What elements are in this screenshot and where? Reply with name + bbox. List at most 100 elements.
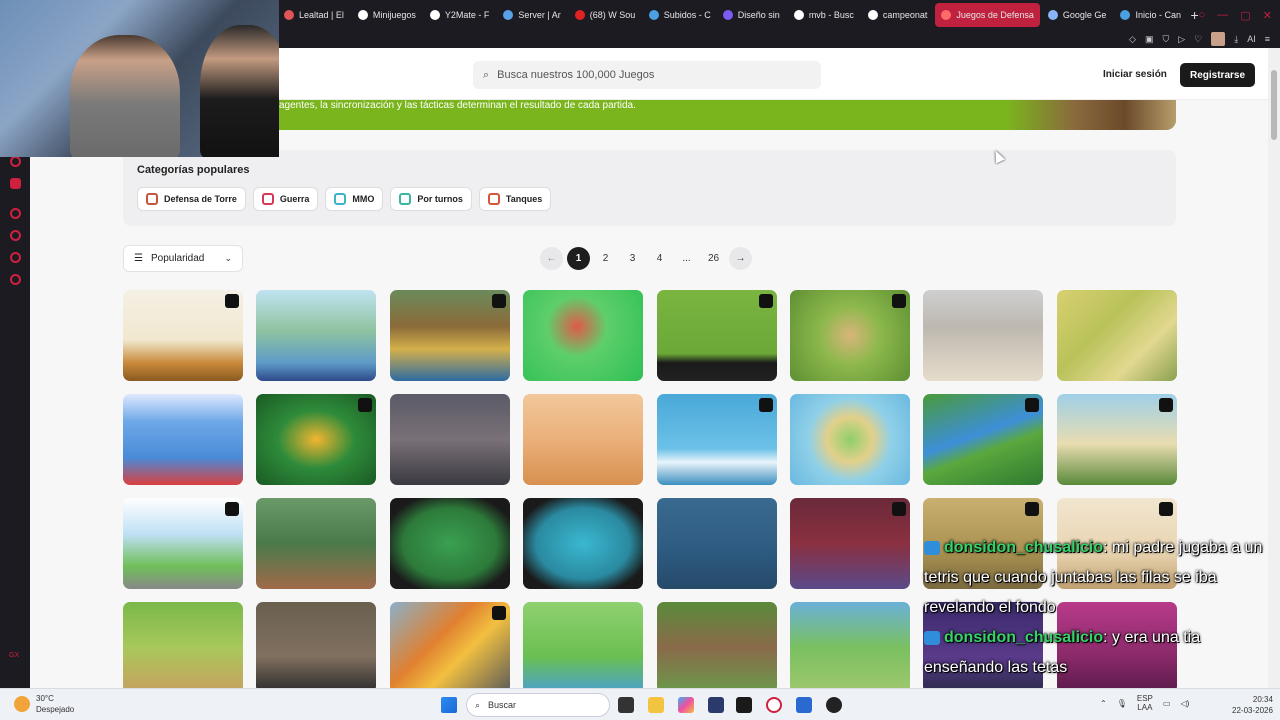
- volume-icon[interactable]: ◁): [1180, 699, 1189, 708]
- menu-icon[interactable]: ≡: [1265, 34, 1270, 44]
- game-card[interactable]: [789, 290, 910, 381]
- category-chip[interactable]: Defensa de Torre: [137, 187, 246, 211]
- webcam-overlay: [0, 0, 279, 157]
- game-card[interactable]: [656, 290, 777, 381]
- sidebar-app-icon[interactable]: [10, 156, 21, 167]
- next-page-button[interactable]: →: [729, 247, 752, 270]
- game-card[interactable]: [256, 498, 377, 589]
- maximize-icon[interactable]: ▢: [1240, 9, 1250, 22]
- shield-icon[interactable]: ⛉: [1162, 34, 1169, 45]
- browser-tab[interactable]: Lealtad | El: [278, 3, 350, 27]
- app-icon[interactable]: [796, 697, 812, 713]
- browser-tab[interactable]: Diseño sin: [717, 3, 786, 27]
- browser-tab[interactable]: Y2Mate - F: [424, 3, 496, 27]
- game-card[interactable]: [923, 290, 1044, 381]
- copilot-icon[interactable]: [678, 697, 694, 713]
- opera-gx-icon[interactable]: [766, 697, 782, 713]
- download-icon[interactable]: ⤓: [1234, 34, 1238, 45]
- taskbar-search[interactable]: ⌕ Buscar: [466, 693, 610, 717]
- play-icon[interactable]: ▷: [1178, 34, 1185, 45]
- game-card[interactable]: [389, 498, 510, 589]
- game-card[interactable]: [789, 394, 910, 485]
- weather-widget[interactable]: 30°C Despejado: [14, 693, 74, 715]
- profile-avatar[interactable]: [1211, 32, 1226, 46]
- favicon-icon: [503, 10, 514, 20]
- twitch-icon[interactable]: [10, 178, 21, 189]
- settings-icon[interactable]: [10, 274, 21, 285]
- search-input[interactable]: ⌕ Busca nuestros 100,000 Juegos: [473, 61, 821, 89]
- category-chip[interactable]: Tanques: [478, 187, 552, 211]
- game-card[interactable]: [1056, 290, 1177, 381]
- game-card[interactable]: [656, 602, 777, 688]
- game-card[interactable]: [523, 602, 644, 688]
- browser-tab[interactable]: Minijuegos: [352, 3, 422, 27]
- game-card[interactable]: [789, 602, 910, 688]
- game-card[interactable]: [923, 394, 1044, 485]
- network-icon[interactable]: ▭: [1163, 699, 1171, 708]
- page-button[interactable]: 26: [702, 247, 725, 270]
- prev-page-button[interactable]: ←: [540, 247, 563, 270]
- browser-tab[interactable]: Server | Ar: [497, 3, 566, 27]
- page-button[interactable]: 3: [621, 247, 644, 270]
- game-card[interactable]: [523, 394, 644, 485]
- browser-tab[interactable]: campeonat: [862, 3, 934, 27]
- game-card[interactable]: [789, 498, 910, 589]
- browser-tab[interactable]: Juegos de Defensa: [935, 3, 1040, 27]
- file-explorer-icon[interactable]: [648, 697, 664, 713]
- game-card[interactable]: [256, 602, 377, 688]
- epic-games-icon[interactable]: [736, 697, 752, 713]
- minimize-icon[interactable]: —: [1217, 9, 1228, 22]
- sort-dropdown[interactable]: ☰ Popularidad ⌄: [123, 245, 243, 272]
- close-icon[interactable]: ✕: [1263, 9, 1272, 22]
- game-card[interactable]: [656, 394, 777, 485]
- language-indicator[interactable]: ESP LAA: [1137, 694, 1153, 712]
- category-chip[interactable]: Guerra: [252, 187, 319, 211]
- register-button[interactable]: Registrarse: [1180, 63, 1255, 87]
- page-button[interactable]: 1: [567, 247, 590, 270]
- bookmark-icon[interactable]: ◇: [1129, 34, 1136, 45]
- microphone-icon[interactable]: 🎙: [1117, 699, 1127, 708]
- obs-icon[interactable]: [826, 697, 842, 713]
- login-link[interactable]: Iniciar sesión: [1103, 69, 1167, 80]
- game-badge-icon: [225, 502, 239, 516]
- game-card[interactable]: [123, 498, 243, 589]
- page-button[interactable]: 4: [648, 247, 671, 270]
- game-card[interactable]: [523, 290, 644, 381]
- game-card[interactable]: [123, 290, 243, 381]
- task-view-icon[interactable]: [618, 697, 634, 713]
- ai-icon[interactable]: AI: [1247, 34, 1256, 44]
- game-card[interactable]: [123, 602, 243, 688]
- chevron-up-icon[interactable]: ⌃: [1100, 699, 1107, 708]
- page-button[interactable]: 2: [594, 247, 617, 270]
- screenshot-icon[interactable]: ▣: [1145, 34, 1154, 45]
- game-card[interactable]: [523, 498, 644, 589]
- page-scrollbar[interactable]: [1268, 48, 1280, 688]
- game-card[interactable]: [1056, 394, 1177, 485]
- browser-tab[interactable]: Subidos - C: [643, 3, 715, 27]
- extensions-icon[interactable]: [10, 252, 21, 263]
- game-card[interactable]: [389, 290, 510, 381]
- game-card[interactable]: [389, 394, 510, 485]
- game-card[interactable]: [256, 290, 377, 381]
- game-card[interactable]: [123, 394, 243, 485]
- category-chip[interactable]: MMO: [325, 187, 384, 211]
- browser-tab[interactable]: Google Ge: [1042, 3, 1113, 27]
- game-card[interactable]: [389, 602, 510, 688]
- browser-tab[interactable]: (68) W Sou: [569, 3, 641, 27]
- start-button[interactable]: [441, 697, 457, 713]
- clock[interactable]: 20:34 22-03-2026: [1232, 694, 1273, 716]
- category-chip[interactable]: Por turnos: [390, 187, 472, 211]
- search-tabs-icon[interactable]: ○: [1199, 9, 1206, 22]
- game-card[interactable]: [656, 498, 777, 589]
- player-icon[interactable]: [10, 208, 21, 219]
- browser-tab[interactable]: mvb - Busc: [788, 3, 860, 27]
- history-icon[interactable]: [10, 230, 21, 241]
- scrollbar-thumb[interactable]: [1271, 70, 1277, 140]
- categories-title: Categorías populares: [137, 164, 250, 176]
- new-tab-icon[interactable]: +: [1190, 7, 1198, 23]
- heart-icon[interactable]: ♡: [1194, 34, 1202, 45]
- app-icon[interactable]: [708, 697, 724, 713]
- browser-tab[interactable]: Inicio - Can: [1114, 3, 1186, 27]
- tab-label: (68) W Sou: [589, 10, 636, 20]
- game-card[interactable]: [256, 394, 377, 485]
